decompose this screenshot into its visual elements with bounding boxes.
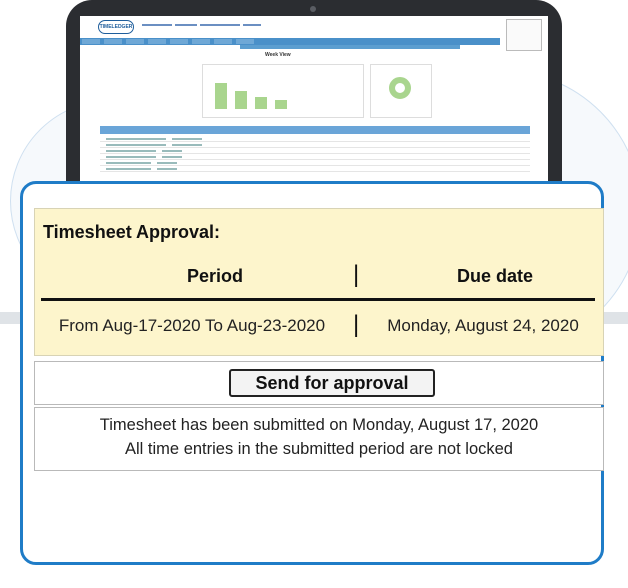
week-hours-chart	[202, 64, 364, 118]
hours-summary-chart	[370, 64, 432, 118]
grid-row	[100, 166, 530, 172]
sub-navbar	[240, 45, 460, 49]
submission-status: Timesheet has been submitted on Monday, …	[34, 407, 604, 471]
approval-card: Timesheet Approval: Period | Due date Fr…	[20, 181, 604, 565]
timeledger-logo: TIMELEDGER	[98, 20, 134, 34]
due-date-header: Due date	[456, 266, 534, 286]
timesheet-grid-header	[100, 126, 530, 134]
mini-calendar	[506, 19, 542, 51]
laptop-frame: TIMELEDGER Week View	[66, 0, 562, 200]
laptop-screen: TIMELEDGER Week View	[80, 16, 548, 200]
approval-title: Timesheet Approval:	[43, 222, 221, 242]
submitted-message: Timesheet has been submitted on Monday, …	[99, 416, 539, 434]
donut-chart	[389, 77, 411, 99]
value-separator: |	[353, 311, 360, 338]
timesheet-approval-panel: Timesheet Approval: Period | Due date Fr…	[34, 208, 604, 356]
top-links	[142, 22, 302, 30]
send-for-approval-button[interactable]: Send for approval	[229, 369, 435, 397]
header-rule	[41, 298, 595, 301]
send-approval-row: Send for approval	[34, 361, 604, 405]
main-navbar	[80, 38, 500, 45]
camera-dot	[310, 6, 316, 12]
header-separator: |	[353, 261, 360, 288]
period-header: Period	[186, 266, 243, 286]
week-view-title: Week View	[265, 52, 291, 58]
lock-status-message: All time entries in the submitted period…	[125, 440, 513, 458]
period-value: From Aug-17-2020 To Aug-23-2020	[58, 316, 326, 335]
due-date-value: Monday, August 24, 2020	[387, 316, 579, 335]
